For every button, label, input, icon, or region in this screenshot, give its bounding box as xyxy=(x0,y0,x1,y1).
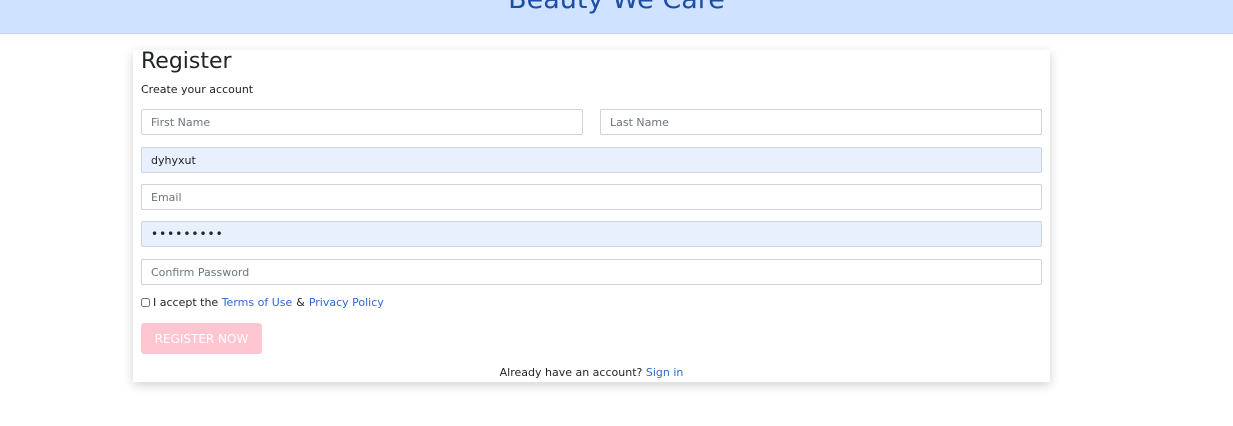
privacy-policy-link[interactable]: Privacy Policy xyxy=(309,296,384,309)
email-input[interactable] xyxy=(141,184,1042,210)
signin-prompt: Already have an account? xyxy=(499,366,643,379)
confirm-password-input[interactable] xyxy=(141,259,1042,285)
terms-prefix: I accept the xyxy=(153,296,219,309)
register-card: Register Create your account I accept th… xyxy=(133,49,1050,382)
terms-ampersand: & xyxy=(296,296,305,309)
top-header: Beauty We Care xyxy=(0,0,1233,34)
terms-checkbox[interactable] xyxy=(141,298,150,307)
username-input[interactable] xyxy=(141,147,1042,173)
page-title: Register xyxy=(141,49,232,74)
terms-of-use-link[interactable]: Terms of Use xyxy=(222,296,293,309)
signin-link[interactable]: Sign in xyxy=(646,366,684,379)
last-name-input[interactable] xyxy=(600,109,1042,135)
page-subtitle: Create your account xyxy=(141,83,254,96)
signin-row: Already have an account? Sign in xyxy=(133,366,1050,379)
register-button[interactable]: REGISTER NOW xyxy=(141,323,262,354)
terms-row: I accept the Terms of Use & Privacy Policy xyxy=(141,296,384,309)
first-name-input[interactable] xyxy=(141,109,583,135)
password-input[interactable] xyxy=(141,221,1042,247)
brand-title: Beauty We Care xyxy=(0,0,1233,15)
